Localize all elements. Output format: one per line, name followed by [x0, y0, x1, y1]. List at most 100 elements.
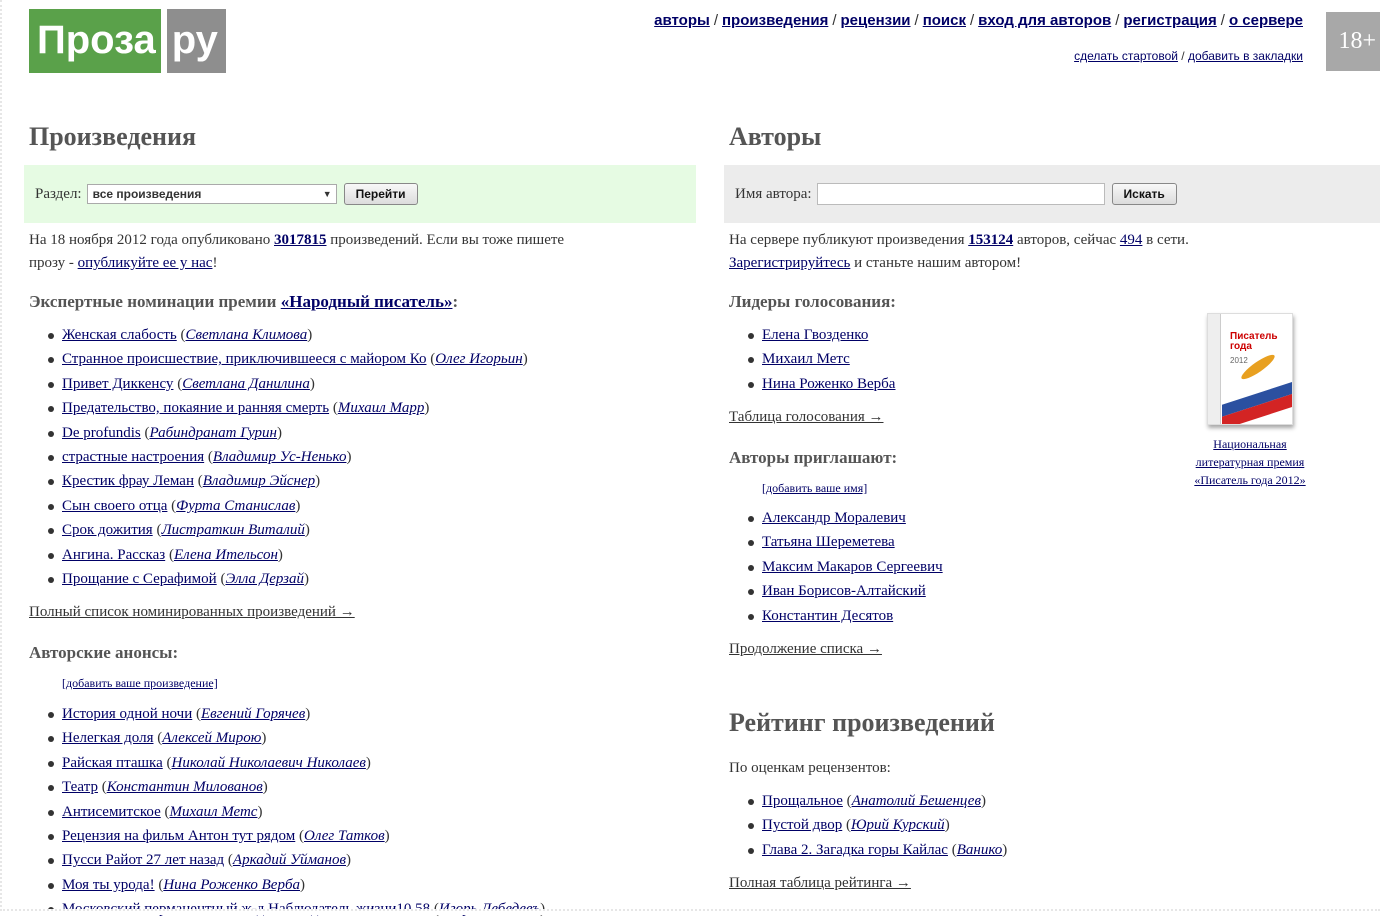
- author-link[interactable]: Алексей Мирою: [162, 730, 261, 746]
- author-link[interactable]: Аркадий Уйманов: [233, 852, 346, 868]
- author-link[interactable]: Татьяна Шереметева: [762, 534, 895, 550]
- author-link[interactable]: Владимир Эйснер: [203, 473, 315, 489]
- author-link[interactable]: Николай Николаевич Николаев: [172, 755, 366, 771]
- list-item: Прощание с Серафимой (Элла Дерзай): [29, 567, 528, 591]
- author-link[interactable]: Елена Ительсон: [174, 547, 278, 563]
- author-link[interactable]: Евгений Горячев: [201, 706, 305, 722]
- site-logo[interactable]: Проза ру: [29, 9, 226, 73]
- nav-about[interactable]: о сервере: [1229, 12, 1303, 29]
- author-link[interactable]: Светлана Климова: [186, 327, 308, 343]
- logo-right: ру: [166, 9, 226, 73]
- work-link[interactable]: Райская пташка: [62, 755, 163, 771]
- author-link[interactable]: Константин Десятов: [762, 608, 893, 624]
- list-item: Крестик фрау Леман (Владимир Эйснер): [29, 469, 528, 493]
- add-work-link[interactable]: [добавить ваше произведение]: [62, 676, 218, 691]
- make-start-page-link[interactable]: сделать стартовой: [1074, 49, 1178, 63]
- invites-list: Александр Моралевич Татьяна Шереметева М…: [729, 506, 943, 628]
- author-link[interactable]: Ванико: [957, 842, 1003, 858]
- continue-list-link[interactable]: Продолжение списка →: [729, 638, 882, 661]
- author-link[interactable]: Елена Гвозденко: [762, 327, 868, 343]
- add-bookmark-link[interactable]: добавить в закладки: [1188, 49, 1303, 63]
- award-book-year: 2012: [1230, 356, 1248, 365]
- work-link[interactable]: Глава 2. Загадка горы Кайлас: [762, 842, 948, 858]
- list-item: Пусси Райот 27 лет назад (Аркадий Уймано…: [29, 848, 545, 872]
- work-link[interactable]: Антисемитское: [62, 804, 161, 820]
- author-link[interactable]: Светлана Данилина: [182, 376, 310, 392]
- author-link[interactable]: Фурта Станислав: [176, 498, 295, 514]
- award-link-line3[interactable]: «Писатель года 2012»: [1194, 473, 1305, 487]
- work-link[interactable]: Предательство, покаяние и ранняя смерть: [62, 400, 329, 416]
- publish-link[interactable]: опубликуйте ее у нас: [78, 255, 213, 271]
- nav-works[interactable]: произведения: [722, 12, 828, 29]
- works-heading: Произведения: [29, 122, 197, 151]
- work-link[interactable]: Сын своего отца: [62, 498, 167, 514]
- rating-list: Прощальное (Анатолий Бешенцев) Пустой дв…: [729, 789, 1007, 862]
- author-link[interactable]: Олег Игорьин: [435, 351, 522, 367]
- list-item: Привет Диккенсу (Светлана Данилина): [29, 372, 528, 396]
- award-book-image[interactable]: Писатель года 2012: [1207, 313, 1293, 425]
- work-link[interactable]: Срок дожития: [62, 522, 153, 538]
- work-link[interactable]: Крестик фрау Леман: [62, 473, 194, 489]
- work-link[interactable]: Рецензия на фильм Антон тут рядом: [62, 828, 295, 844]
- work-link[interactable]: Прощание с Серафимой: [62, 571, 217, 587]
- work-link[interactable]: Странное происшествие, приключившееся с …: [62, 351, 426, 367]
- author-link[interactable]: Юрий Курский: [851, 817, 945, 833]
- author-link[interactable]: Анатолий Бешенцев: [852, 793, 981, 809]
- author-link[interactable]: Иван Борисов-Алтайский: [762, 583, 926, 599]
- announces-heading: Авторские анонсы:: [29, 643, 179, 662]
- online-count-link[interactable]: 494: [1120, 232, 1143, 248]
- full-nominations-link[interactable]: Полный список номинированных произведени…: [29, 601, 355, 624]
- search-author-button[interactable]: Искать: [1111, 183, 1177, 205]
- vote-table-link[interactable]: Таблица голосования →: [729, 406, 884, 429]
- nav-register[interactable]: регистрация: [1123, 12, 1216, 29]
- work-link[interactable]: De profundis: [62, 425, 141, 441]
- author-link[interactable]: Листраткин Виталий: [161, 522, 304, 538]
- section-select-value: все произведения: [92, 187, 202, 201]
- register-link[interactable]: Зарегистрируйтесь: [729, 255, 850, 271]
- author-link[interactable]: Михаил Марр: [338, 400, 425, 416]
- author-link[interactable]: Максим Макаров Сергеевич: [762, 559, 943, 575]
- authors-count-link[interactable]: 153124: [968, 232, 1013, 248]
- nav-search[interactable]: поиск: [923, 12, 966, 29]
- author-link[interactable]: Нина Роженко Верба: [762, 376, 895, 392]
- author-link[interactable]: Олег Татков: [304, 828, 385, 844]
- work-link[interactable]: Пустой двор: [762, 817, 842, 833]
- flag-stripes: [1222, 369, 1292, 424]
- work-link[interactable]: История одной ночи: [62, 706, 192, 722]
- author-link[interactable]: Михаил Метс: [762, 351, 850, 367]
- author-link[interactable]: Михаил Метс: [169, 804, 257, 820]
- list-item: Срок дожития (Листраткин Виталий): [29, 518, 528, 542]
- work-link[interactable]: страстные настроения: [62, 449, 204, 465]
- full-rating-link[interactable]: Полная таблица рейтинга →: [729, 872, 911, 895]
- list-item: страстные настроения (Владимир Ус-Ненько…: [29, 445, 528, 469]
- list-item: Иван Борисов-Алтайский: [729, 579, 943, 603]
- author-link[interactable]: Владимир Ус-Ненько: [213, 449, 347, 465]
- add-name-link[interactable]: [добавить ваше имя]: [762, 481, 867, 496]
- author-link[interactable]: Константин Милованов: [107, 779, 263, 795]
- list-item: Женская слабость (Светлана Климова): [29, 323, 528, 347]
- work-link[interactable]: Ангина. Рассказ: [62, 547, 165, 563]
- award-link-line2[interactable]: литературная премия: [1196, 455, 1305, 469]
- work-link[interactable]: Женская слабость: [62, 327, 177, 343]
- author-link[interactable]: Александр Моралевич: [762, 510, 906, 526]
- author-name-input[interactable]: [816, 183, 1105, 205]
- page-bottom-border: [0, 909, 1380, 915]
- published-info: На 18 ноября 2012 года опубликовано 3017…: [29, 232, 565, 271]
- nav-authors[interactable]: авторы: [654, 12, 710, 29]
- award-link-line1[interactable]: Национальная: [1213, 437, 1286, 451]
- section-select[interactable]: все произведения ▼: [86, 184, 337, 204]
- author-link[interactable]: Элла Дерзай: [225, 571, 304, 587]
- nav-login[interactable]: вход для авторов: [978, 12, 1111, 29]
- published-count-link[interactable]: 3017815: [274, 232, 327, 248]
- work-link[interactable]: Моя ты урода!: [62, 877, 155, 893]
- work-link[interactable]: Привет Диккенсу: [62, 376, 173, 392]
- nav-reviews[interactable]: рецензии: [841, 12, 911, 29]
- work-link[interactable]: Театр: [62, 779, 98, 795]
- work-link[interactable]: Нелегкая доля: [62, 730, 153, 746]
- work-link[interactable]: Прощальное: [762, 793, 843, 809]
- author-link[interactable]: Рабиндранат Гурин: [150, 425, 277, 441]
- people-writer-link[interactable]: «Народный писатель»: [281, 292, 453, 311]
- work-link[interactable]: Пусси Райот 27 лет назад: [62, 852, 224, 868]
- go-button[interactable]: Перейти: [343, 183, 418, 205]
- author-link[interactable]: Нина Роженко Верба: [163, 877, 300, 893]
